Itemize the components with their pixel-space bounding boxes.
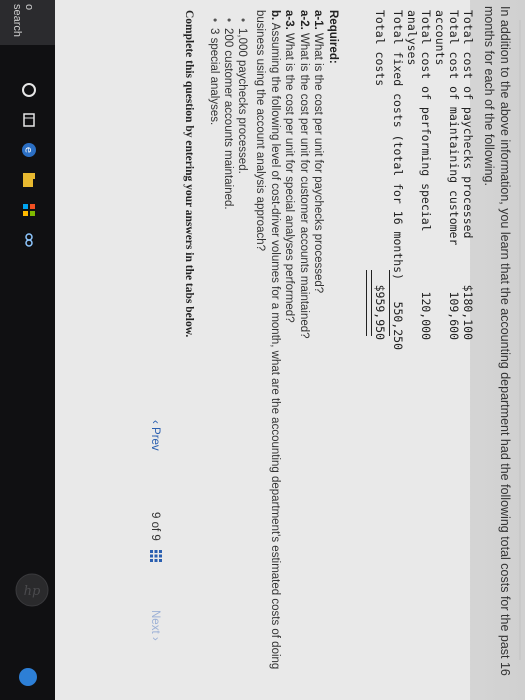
required-heading: Required: bbox=[327, 10, 339, 64]
cost-row: accounts bbox=[433, 10, 447, 66]
hp-bezel-logo-icon: hp bbox=[15, 573, 49, 607]
top-divider bbox=[519, 20, 521, 660]
cost-row: Total fixed costs (total for 16 months) 5… bbox=[391, 10, 405, 351]
list-item: 3 special analyses. bbox=[207, 18, 221, 690]
cost-row: Total cost of paychecks processed $180,10… bbox=[461, 10, 475, 340]
list-item: 200 customer accounts maintained. bbox=[221, 18, 235, 690]
rotated-screen: In addition to the above information, yo… bbox=[0, 0, 525, 700]
cost-row-total: Total costs $959,950 bbox=[373, 10, 387, 340]
required-section: Required: a-1. What is the cost per unit… bbox=[207, 10, 340, 690]
file-explorer-icon[interactable] bbox=[21, 172, 37, 188]
next-button[interactable]: Next › bbox=[149, 610, 161, 641]
volume-list: 1,000 paychecks processed. 200 customer … bbox=[207, 18, 249, 690]
page-indicator: 9 of 9 bbox=[149, 512, 161, 541]
taskbar-search[interactable]: o search bbox=[0, 0, 55, 45]
cost-row: analyses bbox=[405, 10, 419, 66]
question-b: Assuming the following level of cost-dri… bbox=[254, 10, 282, 670]
task-view-icon[interactable] bbox=[21, 112, 37, 128]
svg-text:e: e bbox=[23, 147, 34, 153]
edge-icon[interactable]: e bbox=[21, 142, 37, 158]
cost-row: Total cost of performing special 120,000 bbox=[419, 10, 433, 340]
grid-icon[interactable] bbox=[150, 550, 162, 562]
cortana-icon[interactable] bbox=[21, 82, 37, 98]
question-nav: ‹ Prev 9 of 9 Next › bbox=[139, 420, 165, 700]
question-a3: What is the cost per unit for special an… bbox=[283, 33, 296, 323]
question-a2: What is the cost per unit for customer a… bbox=[298, 33, 310, 339]
store-icon[interactable] bbox=[21, 202, 37, 218]
svg-text:hp: hp bbox=[24, 584, 41, 599]
intro-paragraph: In addition to the above information, yo… bbox=[482, 6, 512, 676]
cost-row: Total cost of maintaining customer 109,60… bbox=[447, 10, 461, 340]
double-underline bbox=[366, 270, 372, 336]
people-icon[interactable] bbox=[21, 232, 37, 248]
question-a1: What is the cost per unit for paychecks … bbox=[312, 33, 325, 294]
prev-button[interactable]: ‹ Prev bbox=[149, 420, 161, 451]
photo-scene: In addition to the above information, yo… bbox=[0, 0, 525, 700]
notification-icon[interactable] bbox=[19, 668, 37, 686]
complete-instruction: Complete this question by entering your … bbox=[183, 10, 195, 338]
list-item: 1,000 paychecks processed. bbox=[235, 18, 249, 690]
subtotal-rule bbox=[389, 270, 390, 336]
search-label: o search bbox=[11, 4, 35, 38]
